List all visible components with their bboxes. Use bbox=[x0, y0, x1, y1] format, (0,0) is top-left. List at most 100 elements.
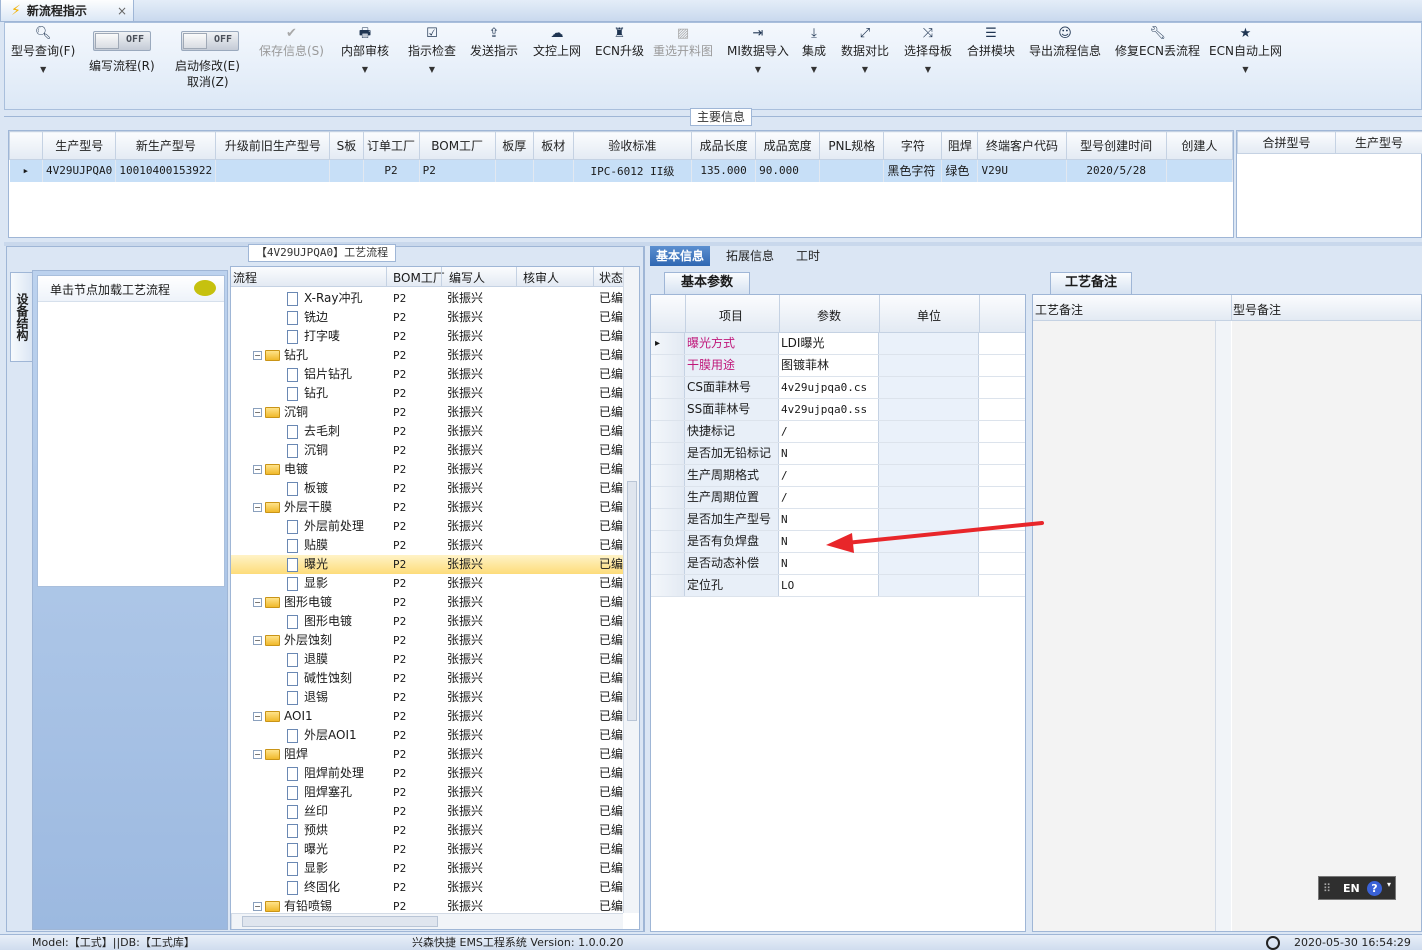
param-value[interactable]: 4v29ujpqa0.cs bbox=[779, 377, 879, 398]
param-unit[interactable] bbox=[879, 355, 979, 376]
table-cell[interactable]: P2 bbox=[419, 159, 496, 182]
col-header[interactable]: 合拼型号 bbox=[1237, 131, 1336, 154]
col-header[interactable]: 板厚 bbox=[494, 131, 534, 160]
param-unit[interactable] bbox=[879, 487, 979, 508]
param-value[interactable]: 4v29ujpqa0.ss bbox=[779, 399, 879, 420]
param-value[interactable]: N bbox=[779, 443, 879, 464]
tree-row[interactable]: 退膜 P2 张振兴 已编 bbox=[231, 650, 623, 669]
save-info-button[interactable]: ✔ 保存信息(S) bbox=[259, 25, 324, 59]
tree-row[interactable]: 图形电镀 P2 张振兴 已编 bbox=[231, 612, 623, 631]
col-header[interactable]: BOM工厂 bbox=[418, 131, 496, 160]
param-value[interactable]: 图镀菲林 bbox=[779, 355, 879, 376]
param-value[interactable]: / bbox=[779, 465, 879, 486]
col-header[interactable]: 创建人 bbox=[1165, 131, 1234, 160]
select-mother-button[interactable]: ⤨ 选择母板 ▼ bbox=[904, 25, 952, 74]
param-unit[interactable] bbox=[879, 333, 979, 354]
collapse-icon[interactable]: − bbox=[253, 465, 262, 474]
tree-row[interactable]: − 钻孔 P2 张振兴 已编 bbox=[231, 346, 623, 365]
equipment-list[interactable]: 单击节点加载工艺流程 bbox=[37, 275, 225, 587]
param-unit[interactable] bbox=[879, 421, 979, 442]
scroll-thumb[interactable] bbox=[242, 916, 438, 927]
table-cell[interactable]: 135.000 bbox=[691, 159, 757, 182]
tree-row[interactable]: − 外层蚀刻 P2 张振兴 已编 bbox=[231, 631, 623, 650]
param-row[interactable]: 是否动态补偿 N bbox=[651, 553, 1025, 575]
table-cell[interactable]: 2020/5/28 bbox=[1066, 159, 1167, 182]
col-header[interactable]: 升级前旧生产型号 bbox=[215, 131, 331, 160]
query-button[interactable]: 🔍︎ 型号查询(F) ▼ bbox=[11, 25, 75, 74]
table-cell[interactable]: 90.000 bbox=[755, 159, 821, 182]
tree-row[interactable]: − 图形电镀 P2 张振兴 已编 bbox=[231, 593, 623, 612]
table-cell[interactable]: V29U bbox=[977, 159, 1067, 182]
col-header[interactable]: 阻焊 bbox=[941, 131, 979, 160]
param-row[interactable]: CS面菲林号 4v29ujpqa0.cs bbox=[651, 377, 1025, 399]
start-modify-toggle[interactable]: OFF bbox=[181, 31, 239, 51]
tree-hscrollbar[interactable] bbox=[231, 913, 623, 929]
tree-row[interactable]: 阻焊前处理 P2 张振兴 已编 bbox=[231, 764, 623, 783]
table-cell[interactable]: IPC-6012 II级 bbox=[573, 159, 693, 182]
col-header[interactable]: 项目 bbox=[719, 307, 743, 324]
ime-bar[interactable]: ⠿ EN ? ▾ bbox=[1318, 876, 1396, 900]
col-header[interactable]: 状态 bbox=[599, 269, 623, 286]
tab-basic-info[interactable]: 基本信息 bbox=[650, 246, 711, 266]
tab-work-hours[interactable]: 工时 bbox=[790, 246, 826, 266]
col-header[interactable]: 成品宽度 bbox=[755, 131, 821, 160]
param-row[interactable]: 定位孔 LO bbox=[651, 575, 1025, 597]
param-value[interactable]: N bbox=[779, 553, 879, 574]
tree-row[interactable]: − 外层干膜 P2 张振兴 已编 bbox=[231, 498, 623, 517]
ecn-auto-upload-button[interactable]: ★ ECN自动上网 ▼ bbox=[1209, 25, 1282, 74]
col-header[interactable]: 生产型号 bbox=[1335, 131, 1422, 154]
collapse-icon[interactable]: − bbox=[253, 351, 262, 360]
param-row[interactable]: 干膜用途 图镀菲林 bbox=[651, 355, 1025, 377]
integrate-button[interactable]: ⤓ 集成 ▼ bbox=[802, 25, 826, 74]
help-icon[interactable]: ? bbox=[1367, 881, 1382, 896]
col-header[interactable]: 核审人 bbox=[523, 269, 559, 286]
remarks-tab[interactable]: 工艺备注 bbox=[1050, 272, 1132, 294]
col-header[interactable]: 型号备注 bbox=[1233, 301, 1281, 318]
col-header[interactable]: 型号创建时间 bbox=[1065, 131, 1167, 160]
tab-extended-info[interactable]: 拓展信息 bbox=[720, 246, 780, 266]
param-row[interactable]: SS面菲林号 4v29ujpqa0.ss bbox=[651, 399, 1025, 421]
collapse-icon[interactable]: − bbox=[253, 598, 262, 607]
mi-import-button[interactable]: ⇥ MI数据导入 ▼ bbox=[727, 25, 789, 74]
combine-module-button[interactable]: ☰ 合拼模块 bbox=[967, 25, 1015, 59]
param-unit[interactable] bbox=[879, 553, 979, 574]
tree-row[interactable]: 外层AOI1 P2 张振兴 已编 bbox=[231, 726, 623, 745]
close-icon[interactable]: × bbox=[117, 4, 127, 18]
col-header[interactable]: 终端客户代码 bbox=[977, 131, 1067, 160]
cancel-modify-button[interactable]: 取消(Z) bbox=[187, 73, 229, 90]
tree-vscrollbar[interactable] bbox=[623, 267, 639, 913]
write-flow-toggle[interactable]: OFF bbox=[93, 31, 151, 51]
table-row[interactable]: ▸ 4V29UJPQA0 10010400153922 P2 P2 IPC-60… bbox=[9, 159, 1234, 182]
tree-row[interactable]: 显影 P2 张振兴 已编 bbox=[231, 859, 623, 878]
ime-menu-icon[interactable]: ▾ bbox=[1387, 880, 1391, 889]
collapse-icon[interactable]: − bbox=[253, 712, 262, 721]
collapse-icon[interactable]: − bbox=[253, 408, 262, 417]
table-cell[interactable]: 4V29UJPQA0 bbox=[42, 159, 117, 182]
table-cell[interactable] bbox=[533, 159, 574, 182]
param-value[interactable]: LO bbox=[779, 575, 879, 596]
tree-row[interactable]: 铣边 P2 张振兴 已编 bbox=[231, 308, 623, 327]
table-cell[interactable] bbox=[495, 159, 534, 182]
tab-new-process[interactable]: ⚡ 新流程指示 × bbox=[0, 0, 134, 22]
param-row[interactable]: ▸ 曝光方式 LDI曝光 bbox=[651, 333, 1025, 355]
param-unit[interactable] bbox=[879, 465, 979, 486]
tree-row[interactable]: 去毛刺 P2 张振兴 已编 bbox=[231, 422, 623, 441]
send-instruction-button[interactable]: ⇪ 发送指示 bbox=[470, 25, 518, 59]
fix-ecn-button[interactable]: 🔧︎ 修复ECN丢流程 bbox=[1115, 25, 1200, 59]
tree-row[interactable]: 钻孔 P2 张振兴 已编 bbox=[231, 384, 623, 403]
param-value[interactable]: / bbox=[779, 487, 879, 508]
table-cell[interactable]: 黑色字符 bbox=[883, 159, 943, 182]
param-row[interactable]: 生产周期格式 / bbox=[651, 465, 1025, 487]
tree-row[interactable]: 沉铜 P2 张振兴 已编 bbox=[231, 441, 623, 460]
tree-row[interactable]: 显影 P2 张振兴 已编 bbox=[231, 574, 623, 593]
table-cell[interactable]: 10010400153922 bbox=[115, 159, 217, 182]
tree-row[interactable]: 预烘 P2 张振兴 已编 bbox=[231, 821, 623, 840]
col-header[interactable]: 参数 bbox=[817, 307, 841, 324]
tree-row[interactable]: 铝片钻孔 P2 张振兴 已编 bbox=[231, 365, 623, 384]
collapse-icon[interactable]: − bbox=[253, 636, 262, 645]
collapse-icon[interactable]: − bbox=[253, 902, 262, 911]
basic-params-tab[interactable]: 基本参数 bbox=[664, 272, 750, 294]
table-cell[interactable] bbox=[819, 159, 885, 182]
param-row[interactable]: 生产周期位置 / bbox=[651, 487, 1025, 509]
col-header[interactable]: 成品长度 bbox=[691, 131, 757, 160]
